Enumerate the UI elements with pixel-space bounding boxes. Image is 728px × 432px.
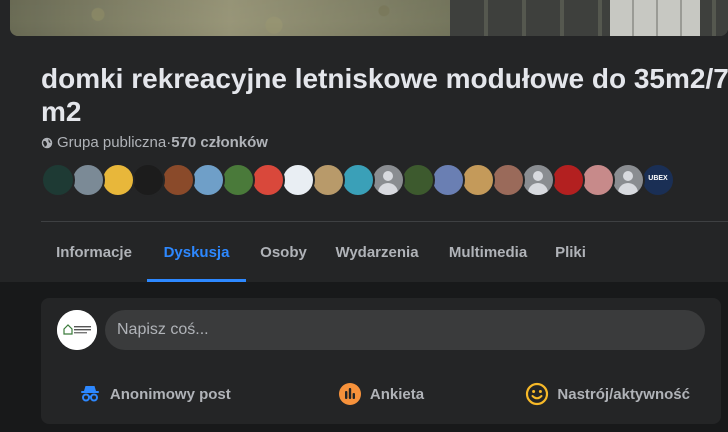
composer-actions: Anonimowy post Ankieta Nastrój/aktywność <box>41 368 721 420</box>
member-avatar-4[interactable] <box>131 163 165 197</box>
group-header: domki rekreacyjne letniskowe modułowe do… <box>0 0 728 282</box>
ankieta-button[interactable]: Ankieta <box>268 368 495 420</box>
post-composer: Anonimowy post Ankieta Nastrój/aktywność <box>41 298 721 424</box>
anonymous-icon <box>78 382 102 406</box>
group-meta: Grupa publiczna · 570 członków <box>41 134 268 151</box>
tab-wydarzenia[interactable]: Wydarzenia <box>321 222 433 282</box>
smiley-icon <box>525 382 549 406</box>
member-avatar-11[interactable] <box>341 163 375 197</box>
nastrój-button[interactable]: Nastrój/aktywność <box>494 368 721 420</box>
member-avatar-16[interactable] <box>491 163 525 197</box>
member-avatar-9[interactable] <box>281 163 315 197</box>
anonimowy-post-button[interactable]: Anonimowy post <box>41 368 268 420</box>
tab-dyskusja[interactable]: Dyskusja <box>147 222 246 282</box>
member-avatar-3[interactable] <box>101 163 135 197</box>
member-avatar-19[interactable] <box>581 163 615 197</box>
action-label: Ankieta <box>369 385 425 403</box>
member-avatar-13[interactable] <box>401 163 435 197</box>
post-input[interactable] <box>105 310 705 350</box>
member-avatar-14[interactable] <box>431 163 465 197</box>
tab-label: Wydarzenia <box>335 243 419 261</box>
member-avatar-7[interactable] <box>221 163 255 197</box>
tab-pliki[interactable]: Pliki <box>543 222 598 282</box>
member-avatar-10[interactable] <box>311 163 345 197</box>
member-avatar-2[interactable] <box>71 163 105 197</box>
group-tabs: Informacje Dyskusja Osoby Wydarzenia Multime… <box>41 222 598 282</box>
page-logo <box>57 310 97 350</box>
cover-photo[interactable] <box>10 0 728 36</box>
member-avatars: UBEX <box>41 163 675 197</box>
tab-label: Pliki <box>555 243 586 261</box>
poll-icon <box>338 382 362 406</box>
tab-label: Osoby <box>260 243 307 261</box>
globe-icon <box>41 137 53 148</box>
tab-label: Dyskusja <box>163 243 230 261</box>
page-avatar[interactable] <box>57 310 97 350</box>
member-avatar-17[interactable] <box>521 163 555 197</box>
member-avatar-12[interactable] <box>371 163 405 197</box>
group-title: domki rekreacyjne letniskowe modułowe do… <box>41 63 728 127</box>
avatar-text: UBEX <box>648 175 668 182</box>
member-avatar-21[interactable]: UBEX <box>641 163 675 197</box>
group-privacy: Grupa publiczna <box>57 134 167 151</box>
member-avatar-6[interactable] <box>191 163 225 197</box>
member-avatar-1[interactable] <box>41 163 75 197</box>
tab-label: Multimedia <box>448 243 528 261</box>
member-avatar-20[interactable] <box>611 163 645 197</box>
action-label: Nastrój/aktywność <box>557 385 690 403</box>
tab-multimedia[interactable]: Multimedia <box>433 222 543 282</box>
tab-osoby[interactable]: Osoby <box>246 222 321 282</box>
cover-grass <box>10 0 450 36</box>
member-avatar-8[interactable] <box>251 163 285 197</box>
cover-wall-light <box>610 0 700 36</box>
member-avatar-15[interactable] <box>461 163 495 197</box>
member-avatar-5[interactable] <box>161 163 195 197</box>
action-label: Anonimowy post <box>109 385 231 403</box>
tab-informacje[interactable]: Informacje <box>41 222 147 282</box>
member-avatar-18[interactable] <box>551 163 585 197</box>
group-members-count[interactable]: 570 członków <box>171 134 268 151</box>
tab-label: Informacje <box>56 243 132 261</box>
